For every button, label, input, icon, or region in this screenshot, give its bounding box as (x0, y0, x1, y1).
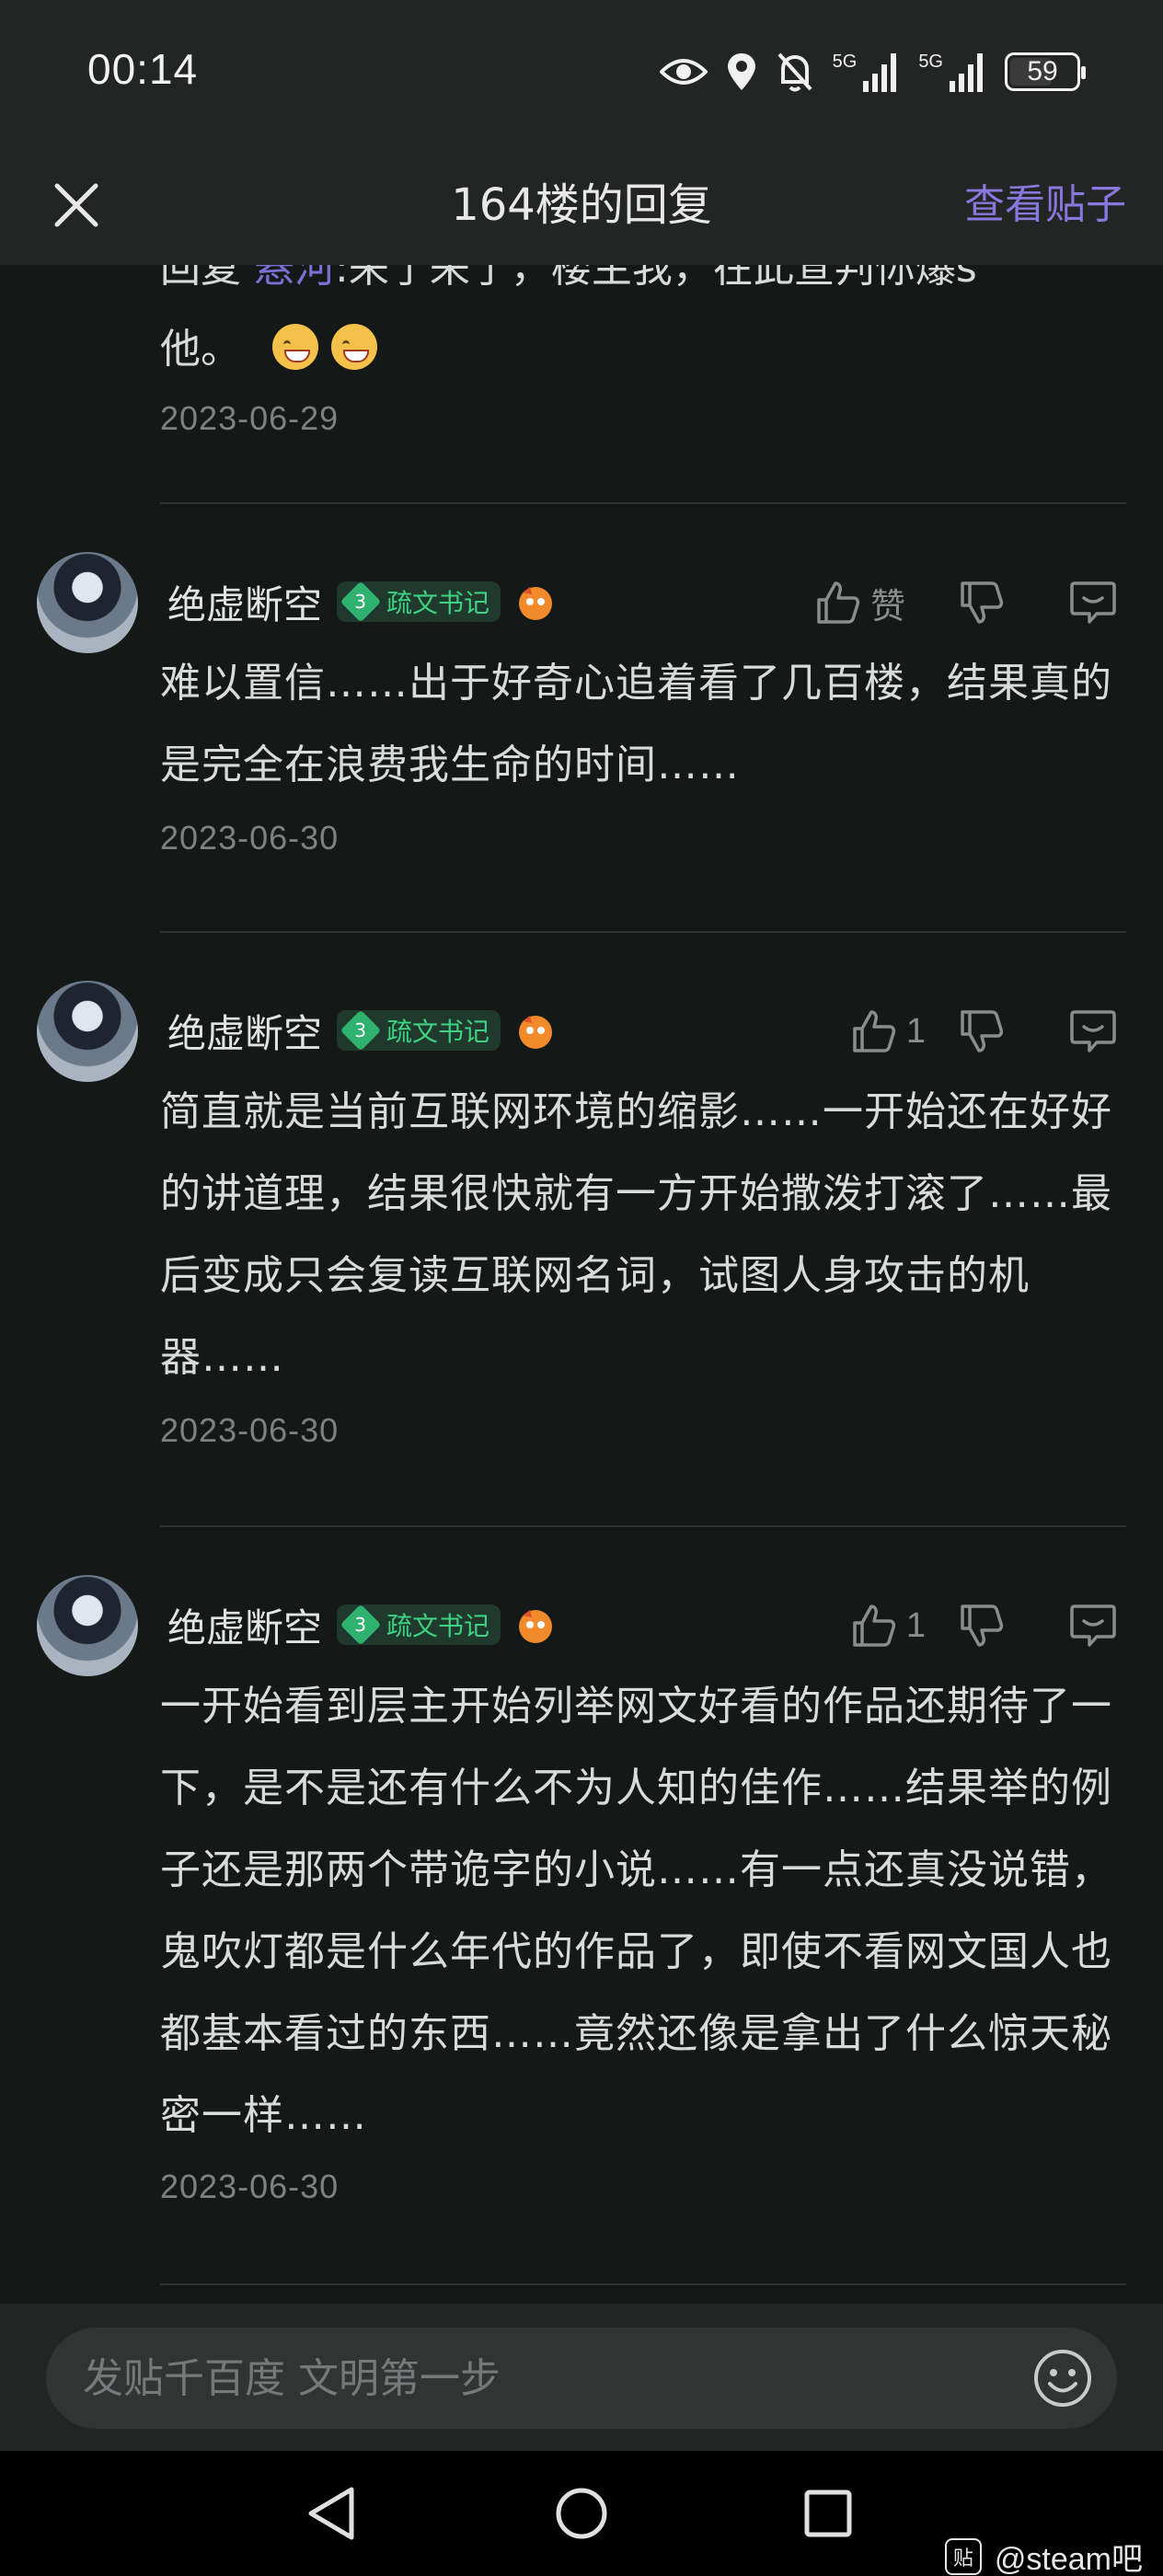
comment-bubble-icon (1070, 1604, 1116, 1647)
level-badge: 3 疏文书记 (337, 581, 501, 623)
comment-date: 2023-06-30 (160, 819, 340, 857)
username[interactable]: 绝虚断空 (167, 1003, 322, 1059)
reply-text-line2: 他。 (160, 326, 241, 373)
status-bar: 00:14 5G 5G 59 (0, 0, 1163, 147)
comment-text: 简直就是当前互联网环境的缩影……一开始还在好好的讲道理，结果很快就有一方开始撒泼… (160, 1088, 1112, 1381)
location-icon (727, 53, 755, 90)
nav-back-button[interactable] (302, 2484, 361, 2543)
reply-input-bar (0, 2304, 1163, 2451)
game-badge-icon (519, 587, 553, 620)
level-number: 3 (340, 1604, 382, 1646)
thumbs-up-icon (853, 1010, 895, 1052)
like-count: 1 (905, 1605, 926, 1645)
system-nav-bar: 贴 @steam吧 (0, 2451, 1163, 2576)
level-name: 疏文书记 (386, 1017, 490, 1047)
reply-input-container[interactable] (46, 2328, 1117, 2429)
signal-icon (950, 53, 983, 92)
avatar[interactable] (37, 552, 138, 653)
comment-actions: 1 (815, 1593, 1117, 1658)
comment-bubble-icon (1070, 1010, 1116, 1052)
grin-emoji-icon (272, 324, 318, 370)
network-type-label: 5G (832, 52, 858, 72)
watermark: 贴 @steam吧 (944, 2534, 1143, 2576)
signal-group-1: 5G (833, 52, 901, 92)
mute-bell-icon (777, 52, 812, 92)
reply-button[interactable] (1069, 580, 1117, 626)
dislike-button[interactable] (959, 580, 1005, 626)
divider (160, 502, 1126, 504)
tieba-logo-icon: 贴 (944, 2537, 982, 2575)
level-name: 疏文书记 (386, 588, 490, 618)
recents-square-icon (804, 2490, 852, 2537)
partial-reply: 回复 悬河:来了来了，楼主我，在此宣判你爆s 他。 2023-06-29 (160, 265, 1126, 438)
thumbs-down-icon (961, 581, 1004, 624)
nav-recents-button[interactable] (799, 2484, 858, 2543)
level-badge: 3 疏文书记 (337, 1009, 501, 1052)
thumbs-up-icon (817, 581, 860, 624)
watermark-text: @steam吧 (994, 2542, 1143, 2576)
battery-icon: 59 (1005, 52, 1086, 91)
signal-group-2: 5G (918, 52, 986, 92)
grin-emoji-icon (331, 324, 377, 370)
like-count: 赞 (870, 587, 906, 627)
divider (160, 2283, 1126, 2285)
thumbs-down-icon (961, 1604, 1004, 1647)
dislike-button[interactable] (959, 1603, 1005, 1649)
back-triangle-icon (308, 2487, 354, 2540)
status-time: 00:14 (87, 45, 199, 93)
nav-home-button[interactable] (552, 2484, 611, 2543)
game-badge-icon (519, 1016, 553, 1049)
user-row: 绝虚断空 3 疏文书记 (167, 1592, 558, 1658)
like-button[interactable]: 1 (815, 1603, 935, 1649)
level-number: 3 (340, 1009, 382, 1052)
reply-prefix: 回复 (160, 265, 254, 292)
top-header: 164楼的回复 查看贴子 (0, 147, 1163, 265)
comment-actions: 赞 (815, 570, 1117, 635)
replies-list[interactable]: 回复 悬河:来了来了，楼主我，在此宣判你爆s 他。 2023-06-29 绝虚断… (0, 265, 1163, 2304)
view-post-link[interactable]: 查看贴子 (964, 164, 1126, 247)
comment-actions: 1 (815, 999, 1117, 1064)
username[interactable]: 绝虚断空 (167, 574, 322, 630)
partial-reply-text: 回复 悬河:来了来了，楼主我，在此宣判你爆s 他。 (160, 265, 1126, 390)
eye-icon (659, 59, 708, 85)
user-row: 绝虚断空 3 疏文书记 (167, 997, 558, 1064)
divider (160, 931, 1126, 933)
emoji-button-icon[interactable] (1032, 2348, 1093, 2409)
dislike-button[interactable] (959, 1008, 1005, 1054)
level-number: 3 (340, 581, 382, 623)
network-type-label: 5G (918, 52, 943, 72)
comment-bubble-icon (1070, 581, 1116, 624)
avatar[interactable] (37, 1575, 138, 1676)
signal-icon (863, 53, 897, 92)
mention-link[interactable]: 悬河 (254, 265, 335, 292)
comment-date: 2023-06-30 (160, 2168, 340, 2205)
level-badge: 3 疏文书记 (337, 1604, 501, 1646)
avatar[interactable] (37, 981, 138, 1082)
home-circle-icon (556, 2488, 607, 2539)
level-name: 疏文书记 (386, 1611, 490, 1641)
reply-button[interactable] (1069, 1008, 1117, 1054)
like-button[interactable]: 1 (815, 1008, 935, 1054)
username[interactable]: 绝虚断空 (167, 1597, 322, 1653)
like-count: 1 (905, 1011, 926, 1051)
status-icons: 5G 5G 59 (659, 48, 1086, 96)
reply-text-line1: :来了来了，楼主我，在此宣判你爆s (335, 265, 977, 292)
divider (160, 1525, 1126, 1527)
reply-input[interactable] (83, 2328, 1003, 2429)
reply-button[interactable] (1069, 1603, 1117, 1649)
comment-date: 2023-06-30 (160, 1411, 340, 1449)
battery-percent: 59 (1027, 56, 1058, 86)
comment-text: 一开始看到层主开始列举网文好看的作品还期待了一下，是不是还有什么不为人知的佳作…… (160, 1683, 1112, 2139)
thumbs-up-icon (853, 1604, 895, 1647)
thumbs-down-icon (961, 1010, 1004, 1052)
user-row: 绝虚断空 3 疏文书记 (167, 569, 558, 635)
reply-date: 2023-06-29 (160, 399, 340, 437)
like-button[interactable]: 赞 (815, 578, 935, 628)
game-badge-icon (519, 1610, 553, 1643)
comment-text: 难以置信……出于好奇心追着看了几百楼，结果真的是完全在浪费我生命的时间…… (160, 660, 1112, 788)
